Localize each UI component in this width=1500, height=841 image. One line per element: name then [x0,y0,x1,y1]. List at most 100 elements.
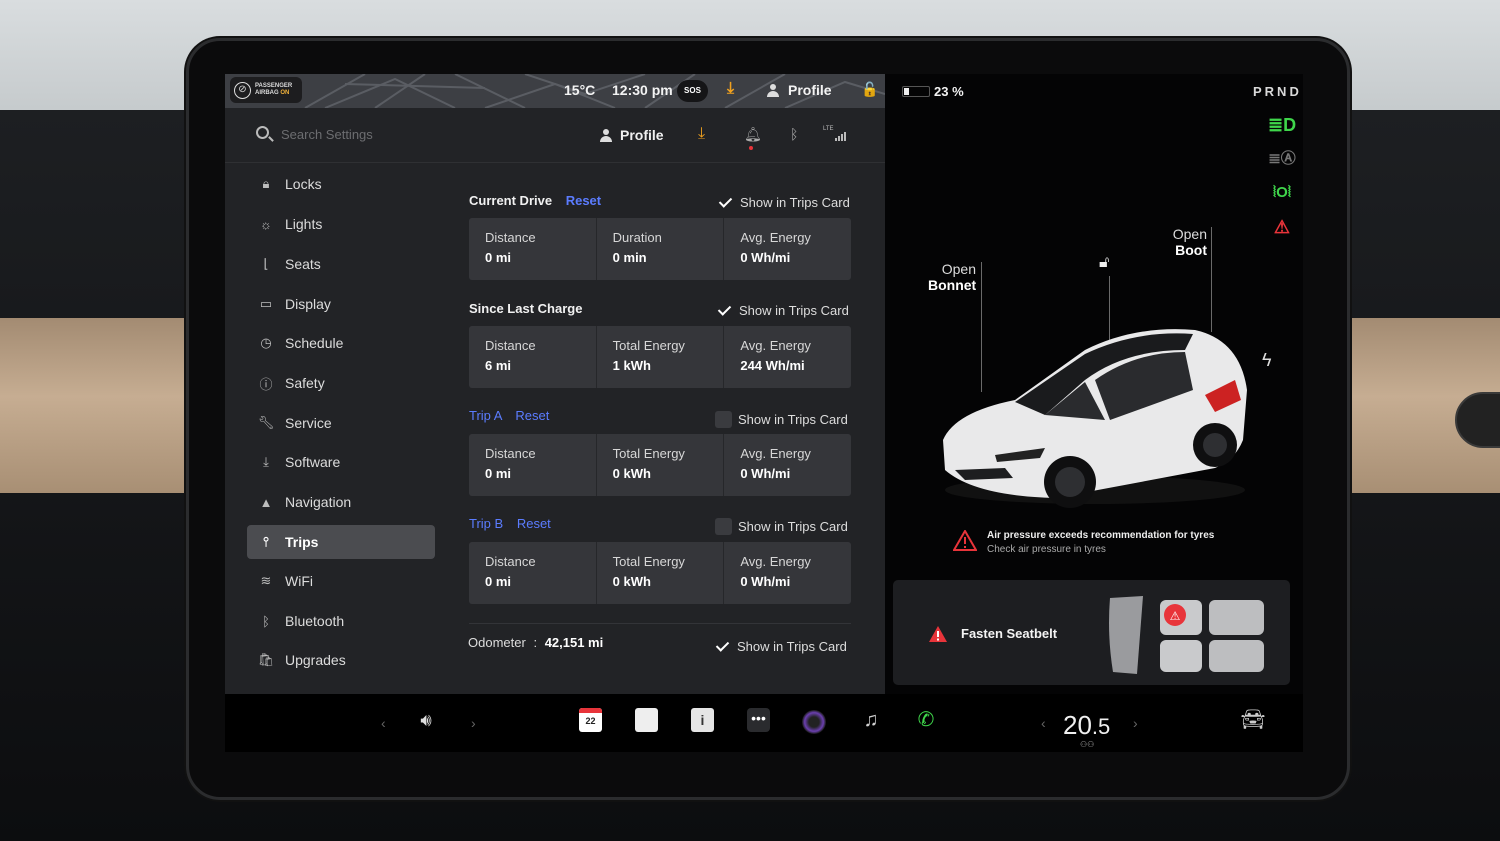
volume-up-chevron[interactable]: › [471,715,476,731]
sidebar-item-lights[interactable]: ☼ Lights [247,207,435,241]
manual-icon[interactable]: i [691,708,714,732]
person-icon [767,83,779,97]
checkbox-checked[interactable] [714,638,731,655]
stat-cell: Distance 0 mi [469,434,597,496]
tyre-pressure-warning[interactable]: Air pressure exceeds recommendation for … [953,530,1214,555]
search-input[interactable] [281,124,461,144]
sidebar-item-navigation[interactable]: ▲ Navigation [247,485,435,519]
sidebar-item-wifi[interactable]: ≋ WiFi [247,564,435,598]
calendar-day: 22 [585,716,596,726]
person-icon [600,128,612,142]
sidebar-item-schedule[interactable]: ◷ Schedule [247,326,435,360]
sidebar-item-software[interactable]: ⤓ Software [247,445,435,479]
sidebar-item-label: Display [285,296,331,312]
stat-cell: Distance 0 mi [469,218,597,280]
boot-pointer-line [1211,227,1212,332]
warning-subtitle: Check air pressure in tyres [987,544,1106,555]
seat-map-illustration: ⚠ [1109,596,1264,674]
bell-icon[interactable]: 🔔︎ [744,126,762,143]
stat-cell: Distance 6 mi [469,326,597,388]
bluetooth-icon[interactable]: ᛒ [790,126,798,142]
seatbelt-warning-icon: ⚠ [1273,217,1291,237]
calendar-icon[interactable]: 22 [579,708,602,732]
open-boot-button[interactable]: Open Boot [1160,226,1207,258]
volume-icon[interactable]: 🔊︎ [413,706,439,734]
download-icon[interactable]: ⤓ [698,125,705,143]
airbag-line1: PASSENGER [255,83,293,89]
divider [469,623,851,624]
outside-temperature: 15°C [564,82,596,98]
parking-light-icon: ⦚O⦚ [1273,184,1291,201]
sidebar-item-seats[interactable]: ⌊ Seats [247,247,435,281]
car-unlock-icon[interactable]: 🔓︎ [1099,254,1109,272]
sos-button[interactable]: SOS [677,80,708,102]
bluetooth-icon: ᛒ [262,613,270,629]
camera-icon[interactable] [802,710,826,734]
car-controls-icon[interactable]: 🚘︎ [1240,706,1266,734]
profile-button-top[interactable]: Profile [767,82,832,98]
volume-down-chevron[interactable]: ‹ [381,715,386,731]
trip-a-title: Trip A Reset [469,408,550,423]
car-illustration [943,329,1247,508]
sidebar-item-label: Service [285,415,332,431]
wifi-icon: ≋ [260,573,272,588]
sidebar-item-label: WiFi [285,573,313,589]
checkbox-unchecked[interactable] [715,411,732,428]
lock-toggle-icon[interactable]: 🔓 [861,81,878,98]
more-apps-icon[interactable]: ••• [747,708,770,732]
sidebar-item-label: Lights [285,216,323,232]
download-icon[interactable]: ⤓ [727,80,734,98]
trip-a-card: Distance 0 mi Total Energy 0 kWh Avg. Ener… [469,434,851,496]
odometer-show-toggle[interactable]: Show in Trips Card [714,638,847,655]
trip-a-reset-button[interactable]: Reset [515,408,549,423]
current-drive-reset-button[interactable]: Reset [566,193,601,208]
since-last-charge-title: Since Last Charge [469,301,583,316]
phone-icon[interactable]: ✆ [913,706,939,734]
light-icon: ☼ [260,216,272,232]
trip-b-card: Distance 0 mi Total Energy 0 kWh Avg. Ener… [469,542,851,604]
gear-selector: PRND [1253,84,1302,99]
profile-button[interactable]: Profile [600,127,664,143]
map-strip[interactable]: ⊘ PASSENGER AIRBAG ON 15°C 12:30 pm SOS … [225,74,885,108]
airbag-line2: AIRBAG [255,90,279,96]
cabin-temperature[interactable]: 20.5 [1063,710,1110,741]
battery-percent: 23 % [934,84,964,99]
warning-title: Air pressure exceeds recommendation for … [987,530,1215,541]
stat-cell: Avg. Energy 0 Wh/mi [740,554,811,589]
sidebar-item-upgrades[interactable]: 🛍︎ Upgrades [247,643,435,677]
since-last-charge-show-toggle[interactable]: Show in Trips Card [716,302,849,319]
checkbox-unchecked[interactable] [715,518,732,535]
sidebar-item-display[interactable]: ▭ Display [247,287,435,321]
sidebar-item-service[interactable]: 🔧︎ Service [247,406,435,440]
signal-icon [835,132,846,141]
warning-triangle-icon [929,626,947,642]
sidebar-item-locks[interactable]: 🔒︎ Locks [247,167,435,201]
music-icon[interactable]: ♫ [858,706,884,734]
upgrades-icon: 🛍︎ [257,652,275,667]
trip-b-show-toggle[interactable]: Show in Trips Card [715,518,848,535]
temperature-down-chevron[interactable]: ‹ [1041,715,1046,731]
checkbox-checked[interactable] [717,194,734,211]
temperature-up-chevron[interactable]: › [1133,715,1138,731]
trip-a-show-toggle[interactable]: Show in Trips Card [715,411,848,428]
fasten-seatbelt-label: Fasten Seatbelt [961,626,1058,641]
schedule-icon: ◷ [260,335,272,350]
since-last-charge-card: Distance 6 mi Total Energy 1 kWh Avg. Ener… [469,326,851,388]
trip-b-reset-button[interactable]: Reset [517,516,551,531]
sidebar-item-safety[interactable]: ⓘ Safety [247,366,435,400]
odometer: Odometer : 42,151 mi [468,635,604,650]
stat-cell: Duration 0 min [597,218,725,280]
sidebar-item-bluetooth[interactable]: ᛒ Bluetooth [247,604,435,638]
charge-port-icon[interactable]: ϟ [1262,350,1272,371]
sidebar-item-label: Software [285,454,341,470]
current-drive-show-toggle[interactable]: Show in Trips Card [717,194,850,211]
navigation-icon: ▲ [259,494,273,510]
sidebar-item-label: Seats [285,256,321,272]
sidebar-item-trips[interactable]: ⫯ Trips [247,525,435,559]
lte-label: LTE [823,126,834,132]
notepad-icon[interactable] [635,708,658,732]
open-bonnet-button[interactable]: Open Bonnet [928,261,976,293]
profile-label-top: Profile [788,82,832,98]
search-icon [256,126,269,139]
checkbox-checked[interactable] [716,302,733,319]
